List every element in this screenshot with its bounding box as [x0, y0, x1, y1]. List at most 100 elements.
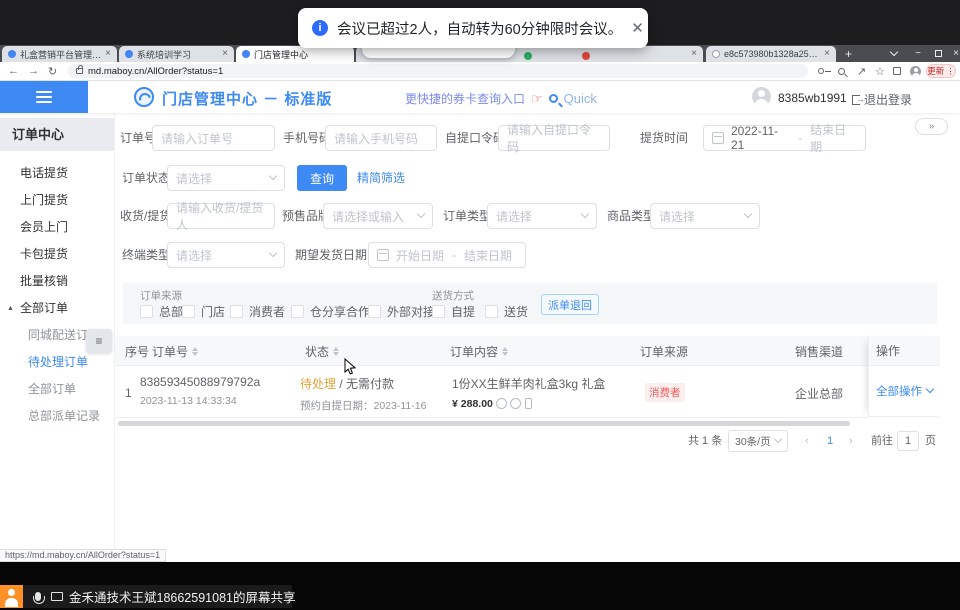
profile-avatar-icon[interactable] [910, 62, 921, 80]
sidebar-item-hq-dispatch-records[interactable]: 总部派单记录 [0, 403, 114, 430]
simple-filter-link[interactable]: 精简筛选 [357, 165, 405, 191]
expect-ship-date-range-picker[interactable]: 开始日期 - 结束日期 [368, 242, 526, 268]
info-icon: i [312, 20, 328, 36]
next-page-button[interactable]: › [849, 430, 853, 452]
window-close-button[interactable]: × [946, 45, 960, 62]
fixed-action-column: 操作 全部操作 [868, 336, 938, 418]
hamburger-menu-button[interactable] [0, 81, 88, 113]
placeholder: 请选择 [659, 208, 695, 225]
placeholder: 请输入自提口令码 [507, 121, 601, 155]
checkbox-source-hq[interactable]: 总部 [140, 303, 183, 320]
site-favicon-icon [242, 50, 250, 58]
placeholder: 请选择 [496, 208, 532, 225]
order-no: 83859345088979792a [140, 375, 260, 389]
current-page[interactable]: 1 [827, 430, 833, 452]
tab-close-icon[interactable]: × [105, 49, 111, 59]
sidebar-item-member-visit[interactable]: 会员上门 [0, 214, 114, 241]
microphone-icon [35, 592, 41, 601]
tab-close-icon[interactable]: × [222, 49, 228, 59]
window-minimize-button[interactable]: − [908, 45, 928, 62]
screen-share-icon [51, 592, 63, 601]
order-type-select[interactable]: 请选择 [487, 203, 597, 229]
browser-tab-hex[interactable]: e8c573980b1328a258fd2e6 × [706, 46, 836, 62]
table-row[interactable]: 1 83859345088979792a 2023-11-13 14:33:34… [115, 366, 940, 418]
goods-type-select[interactable]: 请选择 [650, 203, 760, 229]
page-size-select[interactable]: 30条/页 [728, 430, 788, 452]
dispatch-return-button[interactable]: 派单退回 [541, 294, 599, 315]
tab-search-chevron-icon[interactable] [884, 45, 904, 62]
checkbox-source-warehouse-share[interactable]: 仓分享合作 [291, 303, 370, 320]
sidebar-drag-handle[interactable]: ≡ [86, 329, 112, 353]
checkbox-source-consumer[interactable]: 消费者 [230, 303, 285, 320]
tab-title: 礼盒营销平台管理中心 [20, 48, 101, 61]
phone-input[interactable]: 请输入手机号码 [325, 125, 437, 151]
password-key-icon[interactable] [818, 62, 824, 80]
sidebar-item-pending-orders[interactable]: 待处理订单 [0, 349, 114, 376]
sidebar-item-card-pickup[interactable]: 卡包提货 [0, 241, 114, 268]
checkbox-source-external[interactable]: 外部对接 [368, 303, 435, 320]
quick-entry[interactable]: 更快捷的券卡查询入口 ☞ Quick [405, 90, 597, 107]
reload-icon[interactable]: ↻ [48, 62, 57, 80]
url-bar[interactable]: md.maboy.cn/AllOrder?status=1 [68, 64, 808, 78]
chevron-down-icon [269, 249, 277, 257]
checkbox-source-store[interactable]: 门店 [182, 303, 225, 320]
tab-close-icon[interactable]: × [824, 49, 830, 59]
collapse-filters-button[interactable]: » [915, 118, 948, 135]
order-time: 2023-11-13 14:33:34 [140, 395, 260, 407]
sort-icon[interactable] [502, 344, 508, 359]
col-order-no[interactable]: 订单号 [152, 336, 198, 366]
pickup-time-range-picker[interactable]: 2022-11-21 - 结束日期 [703, 125, 866, 151]
logout-label: 退出登录 [864, 91, 912, 108]
row-action-dropdown[interactable]: 全部操作 [869, 366, 938, 417]
calendar-icon [712, 132, 724, 144]
prev-page-button[interactable]: ‹ [805, 430, 809, 452]
sidebar-item-phone-pickup[interactable]: 电话提货 [0, 160, 114, 187]
sidebar-item-door-pickup[interactable]: 上门提货 [0, 187, 114, 214]
app-title-text: 门店管理中心 [162, 91, 258, 108]
tab-close-icon[interactable]: × [691, 49, 697, 59]
search-button[interactable]: 查询 [297, 165, 347, 191]
goto-page-input[interactable]: 1 [897, 431, 919, 451]
screen-share-bar[interactable]: 金禾通技术王斌18662591081的屏幕共享 [0, 585, 292, 608]
window-maximize-button[interactable] [928, 45, 948, 62]
pickup-code-input[interactable]: 请输入自提口令码 [498, 125, 610, 151]
horizontal-scrollbar[interactable] [118, 421, 850, 426]
col-status[interactable]: 状态 [305, 336, 339, 366]
toast-close-icon[interactable]: ✕ [631, 19, 644, 37]
sort-icon[interactable] [333, 344, 339, 359]
chevron-down-icon [774, 435, 782, 443]
receiver-input[interactable]: 请输入收货/提货人 [167, 203, 275, 229]
checkbox-delivery-self-pickup[interactable]: 自提 [432, 303, 475, 320]
order-no-input[interactable]: 请输入订单号 [152, 125, 275, 151]
quick-search-icon [549, 94, 558, 103]
share-icon[interactable]: ↗ [857, 62, 866, 80]
bookmark-star-icon[interactable]: ☆ [875, 62, 885, 80]
order-status-select[interactable]: 请选择 [167, 165, 285, 191]
sort-icon[interactable] [192, 344, 198, 359]
sidebar-group-all-orders[interactable]: 全部订单 [0, 295, 114, 322]
sidebar-item-batch-verify[interactable]: 批量核销 [0, 268, 114, 295]
logout-button[interactable]: 退出登录 [852, 91, 912, 108]
back-icon[interactable]: ← [8, 62, 19, 80]
username: 8385wb1991 [778, 91, 847, 105]
zoom-search-icon[interactable] [838, 62, 845, 80]
end-date-placeholder: 结束日期 [464, 247, 512, 264]
browser-tab-gift-platform[interactable]: 礼盒营销平台管理中心 × [2, 46, 117, 62]
checkbox-delivery-deliver[interactable]: 送货 [485, 303, 528, 320]
sidebar-item-all-orders[interactable]: 全部订单 [0, 376, 114, 403]
browser-tab-store-center-active[interactable]: 门店管理中心 [236, 46, 354, 62]
browser-tab-training[interactable]: 系统培训学习 × [119, 46, 234, 62]
cell-status: 待处理 / 无需付款 预约自提日期：2023-11-16 [300, 375, 426, 413]
terminal-type-select[interactable]: 请选择 [167, 242, 285, 268]
channel-badge-icon [496, 398, 507, 409]
new-tab-button[interactable]: + [845, 47, 852, 61]
presale-brand-select[interactable]: 请选择或输入 [323, 203, 433, 229]
col-action: 操作 [869, 336, 938, 366]
chrome-update-button[interactable]: 更新 ⋮ [926, 64, 956, 78]
side-panel-icon[interactable] [893, 62, 901, 80]
user-avatar[interactable] [752, 87, 771, 106]
phone-label: 手机号码 [283, 125, 331, 151]
forward-icon[interactable]: → [28, 62, 39, 80]
cell-content: 1份XX生鲜羊肉礼盒3kg 礼盒 ¥ 288.00 [452, 375, 605, 410]
col-content[interactable]: 订单内容 [450, 336, 508, 366]
